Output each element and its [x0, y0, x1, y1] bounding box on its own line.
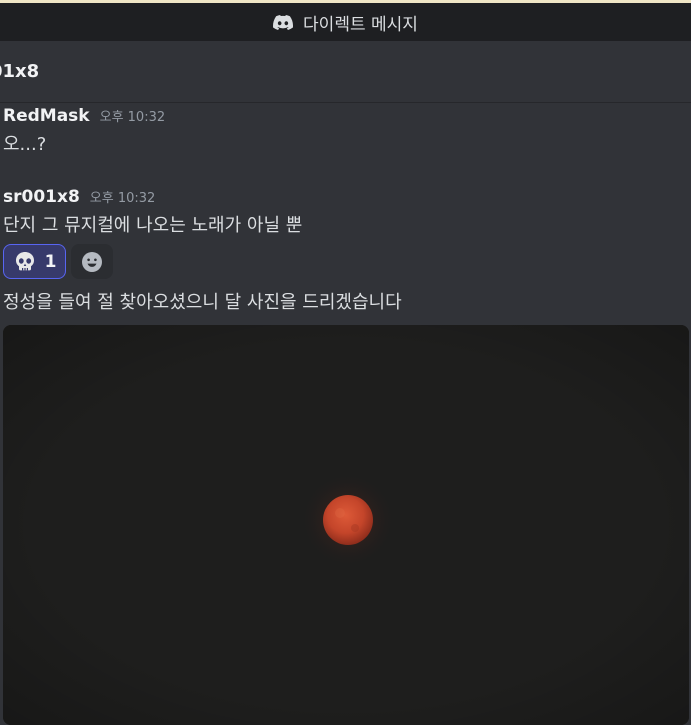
channel-header: 01x8 [0, 41, 691, 103]
message: RedMask 오후 10:32 오...? [3, 106, 691, 156]
reaction-count: 1 [44, 251, 57, 272]
author-name[interactable]: sr001x8 [3, 187, 80, 207]
reaction-skull[interactable]: 1 [3, 244, 66, 279]
message: 정성을 들여 절 찾아오셨으니 달 사진을 드리겠습니다 [3, 288, 691, 314]
message-header: sr001x8 오후 10:32 [3, 187, 691, 207]
message-content: 오...? [3, 134, 47, 155]
title-bar: 다이렉트 메시지 [0, 3, 691, 41]
skull-icon [15, 251, 34, 270]
message-header: RedMask 오후 10:32 [3, 106, 691, 126]
moon-photo [3, 325, 689, 725]
channel-name: 01x8 [0, 61, 40, 82]
discord-icon [273, 14, 294, 30]
timestamp: 오후 10:32 [89, 191, 156, 206]
timestamp: 오후 10:32 [99, 110, 166, 125]
message-content: 정성을 들여 절 찾아오셨으니 달 사진을 드리겠습니다 [3, 292, 402, 313]
reaction-bar: 1 [3, 244, 113, 279]
message-list: RedMask 오후 10:32 오...? sr001x8 오후 10:32 … [0, 103, 691, 725]
add-reaction-button[interactable] [71, 244, 113, 279]
message-content: 단지 그 뮤지컬에 나오는 노래가 아닐 뿐 [3, 215, 303, 236]
message: sr001x8 오후 10:32 단지 그 뮤지컬에 나오는 노래가 아닐 뿐 [3, 187, 691, 237]
smiley-icon [82, 251, 102, 272]
window-title: 다이렉트 메시지 [303, 14, 418, 35]
image-attachment[interactable] [3, 325, 689, 725]
author-name[interactable]: RedMask [3, 106, 90, 126]
